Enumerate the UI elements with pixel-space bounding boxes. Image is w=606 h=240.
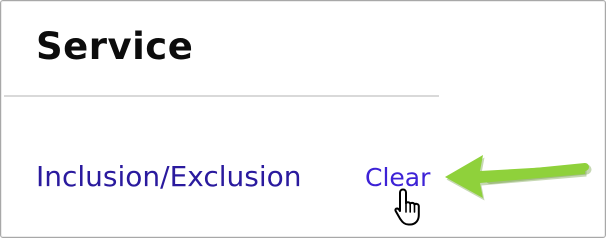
section-divider — [4, 95, 439, 97]
service-filter-panel: Service Inclusion/Exclusion Clear — [0, 0, 606, 238]
hand-pointer-icon — [394, 188, 420, 226]
filter-label: Inclusion/Exclusion — [36, 160, 302, 193]
section-title: Service — [36, 25, 194, 68]
arrow-left-icon — [445, 155, 592, 201]
